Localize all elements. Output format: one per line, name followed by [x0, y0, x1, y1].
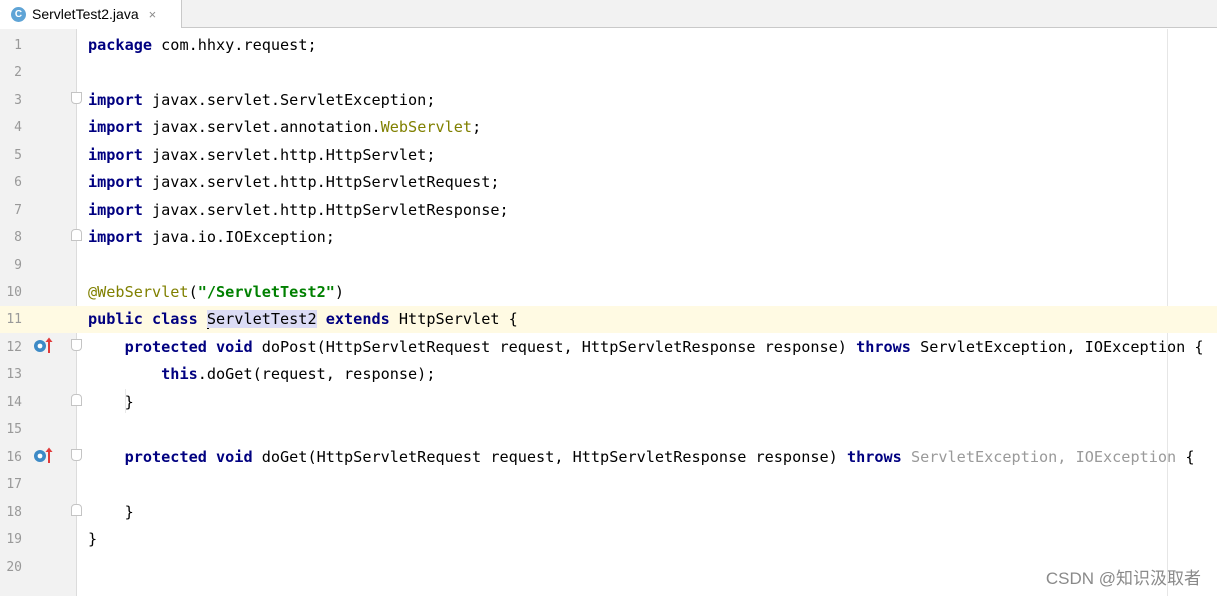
fold-method-icon[interactable] — [71, 339, 82, 351]
line-number: 18 — [6, 505, 22, 520]
code-text: import javax.servlet.http.HttpServletReq… — [88, 173, 500, 191]
line-number: 4 — [14, 120, 22, 135]
code-text: import javax.servlet.http.HttpServlet; — [88, 146, 436, 164]
code-line: 4 import javax.servlet.annotation.WebSer… — [0, 114, 1217, 141]
line-number: 9 — [14, 258, 22, 273]
fold-method-icon[interactable] — [71, 449, 82, 461]
code-line: 20 — [0, 554, 1217, 581]
code-line: 7 import javax.servlet.http.HttpServletR… — [0, 197, 1217, 224]
line-number: 19 — [6, 532, 22, 547]
code-line: 12 protected void doPost(HttpServletRequ… — [0, 334, 1217, 361]
code-line: 3 import javax.servlet.ServletException; — [0, 87, 1217, 114]
indent-guide — [125, 389, 126, 413]
code-editor[interactable]: 1 package com.hhxy.request; 2 3 import j… — [0, 29, 1217, 596]
editor-tab-bar: C ServletTest2.java × — [0, 0, 1217, 28]
line-number: 8 — [14, 230, 22, 245]
code-line: 13 this.doGet(request, response); — [0, 361, 1217, 388]
line-number: 17 — [6, 477, 22, 492]
tab-servlettest2[interactable]: C ServletTest2.java × — [0, 0, 182, 28]
code-line: 1 package com.hhxy.request; — [0, 32, 1217, 59]
code-text: @WebServlet("/ServletTest2") — [88, 283, 345, 301]
code-text: import javax.servlet.annotation.WebServl… — [88, 118, 482, 136]
override-method-icon[interactable] — [32, 446, 54, 464]
line-number: 1 — [14, 38, 22, 53]
code-text: } — [88, 530, 98, 548]
code-text: } — [124, 393, 134, 411]
code-line: 19 } — [0, 526, 1217, 553]
line-number: 13 — [6, 367, 22, 382]
code-line: 14 } — [0, 389, 1217, 416]
code-line: 2 — [0, 59, 1217, 86]
code-text: protected void doPost(HttpServletRequest… — [124, 338, 1204, 356]
java-class-icon: C — [11, 6, 26, 22]
fold-end-icon[interactable] — [71, 229, 82, 241]
code-text: import java.io.IOException; — [88, 228, 335, 246]
code-text: protected void doGet(HttpServletRequest … — [124, 448, 1195, 466]
tab-filename: ServletTest2.java — [32, 6, 139, 22]
code-line: 16 protected void doGet(HttpServletReque… — [0, 444, 1217, 471]
close-tab-icon[interactable]: × — [149, 7, 157, 22]
code-text: this.doGet(request, response); — [161, 365, 436, 383]
line-number: 6 — [14, 175, 22, 190]
code-text: package com.hhxy.request; — [88, 36, 317, 54]
line-number: 3 — [14, 93, 22, 108]
code-line: 9 — [0, 252, 1217, 279]
line-number: 5 — [14, 148, 22, 163]
selected-class-name[interactable]: ServletTest2 — [206, 310, 317, 328]
line-number: 12 — [6, 340, 22, 355]
current-code-line: 11 public class ServletTest2 extends Htt… — [0, 306, 1217, 333]
code-line: 5 import javax.servlet.http.HttpServlet; — [0, 142, 1217, 169]
code-line: 17 — [0, 471, 1217, 498]
code-text: public class ServletTest2 extends HttpSe… — [88, 310, 518, 329]
line-number: 11 — [6, 312, 22, 327]
line-number: 16 — [6, 450, 22, 465]
fold-end-icon[interactable] — [71, 504, 82, 516]
override-method-icon[interactable] — [32, 336, 54, 354]
line-number: 7 — [14, 203, 22, 218]
watermark: CSDN @知识汲取者 — [1045, 569, 1201, 588]
code-line: 18 } — [0, 499, 1217, 526]
line-number: 15 — [6, 422, 22, 437]
code-line: 6 import javax.servlet.http.HttpServletR… — [0, 169, 1217, 196]
fold-imports-icon[interactable] — [71, 92, 82, 104]
line-number: 14 — [6, 395, 22, 410]
line-number: 2 — [14, 65, 22, 80]
line-number: 20 — [6, 560, 22, 575]
code-text: import javax.servlet.ServletException; — [88, 91, 436, 109]
fold-end-icon[interactable] — [71, 394, 82, 406]
code-text: import javax.servlet.http.HttpServletRes… — [88, 201, 509, 219]
code-line: 15 — [0, 416, 1217, 443]
code-line: 10 @WebServlet("/ServletTest2") — [0, 279, 1217, 306]
line-number: 10 — [6, 285, 22, 300]
code-line: 8 import java.io.IOException; — [0, 224, 1217, 251]
code-text: } — [124, 503, 134, 521]
